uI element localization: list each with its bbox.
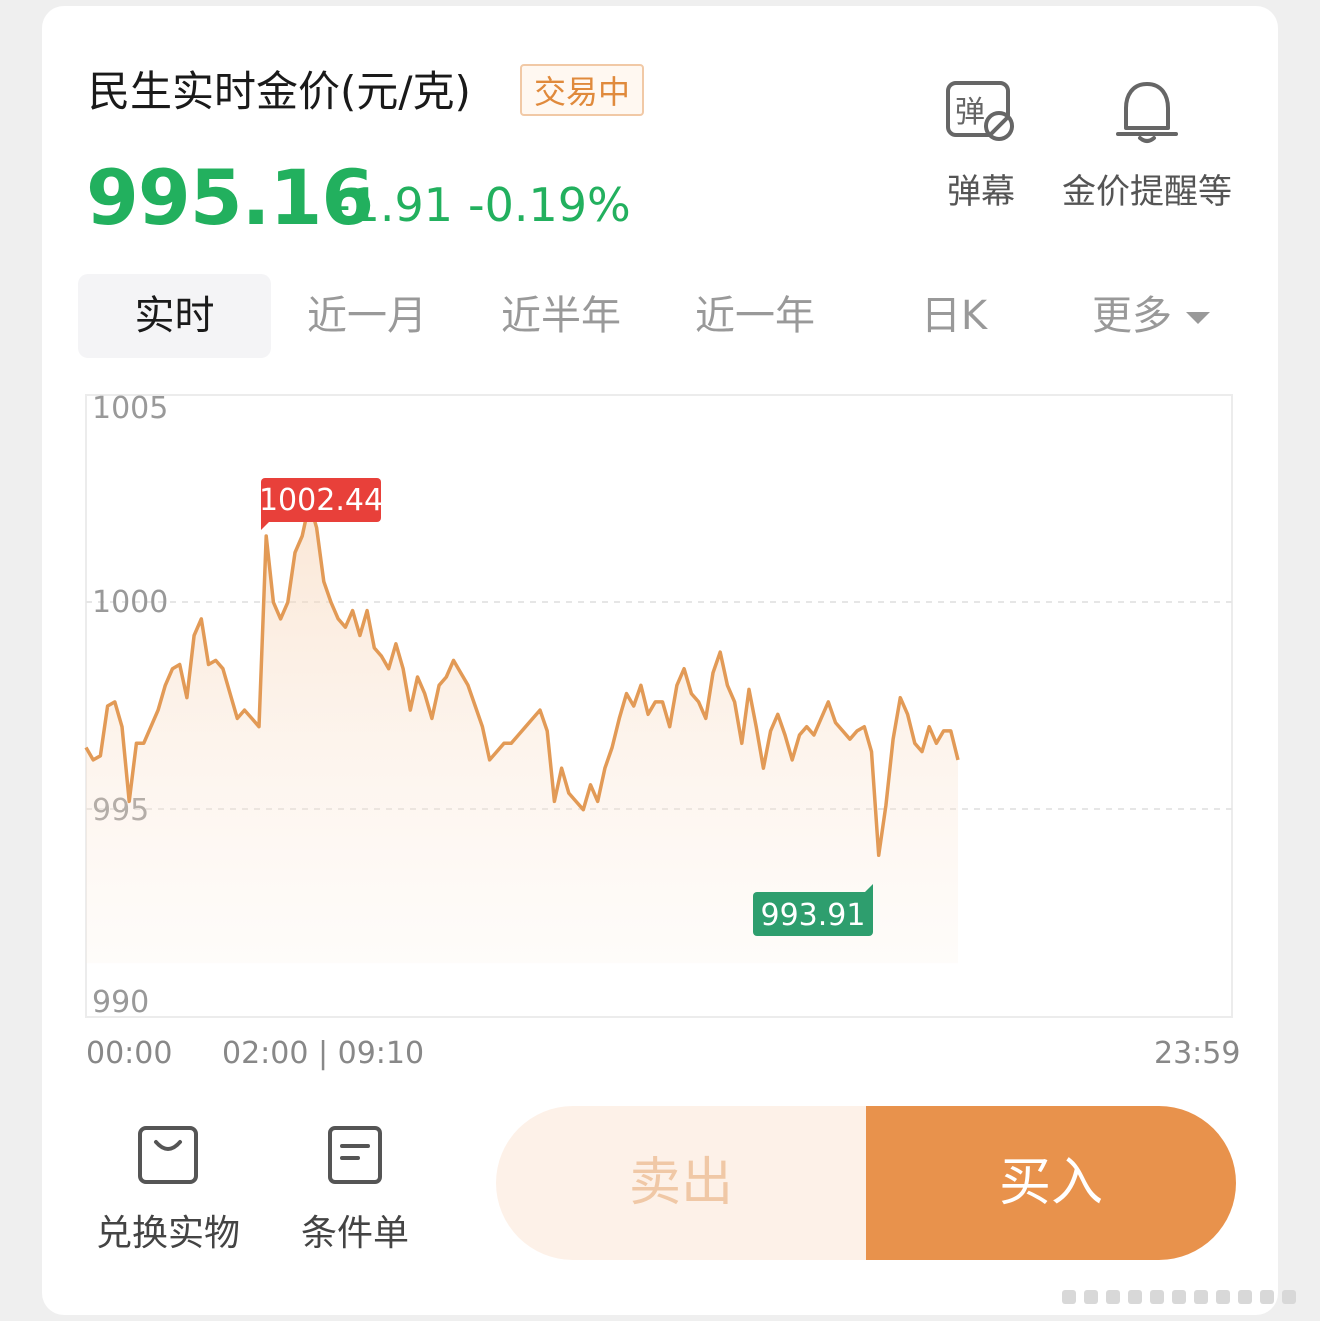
redeem-physical-label: 兑换实物 bbox=[95, 1213, 240, 1254]
x-tick-start: 00:00 bbox=[86, 1036, 173, 1071]
sell-button[interactable]: 卖出 bbox=[496, 1106, 866, 1260]
high-tag-pointer bbox=[261, 518, 273, 530]
high-price-tag: 1002.44 bbox=[259, 478, 383, 530]
realtime-price-chart[interactable]: 1005 1000 995 990 1002.44 993.91 bbox=[0, 0, 1320, 1030]
y-tick-990: 990 bbox=[92, 985, 149, 1020]
order-form-icon bbox=[328, 1126, 382, 1184]
x-tick-end: 23:59 bbox=[1154, 1036, 1241, 1071]
conditional-order-button[interactable]: 条件单 bbox=[296, 1124, 414, 1256]
x-tick-session-break: 02:00 | 09:10 bbox=[222, 1036, 425, 1071]
y-tick-1005: 1005 bbox=[92, 391, 168, 426]
conditional-order-label: 条件单 bbox=[300, 1213, 409, 1254]
redeem-physical-button[interactable]: 兑换实物 bbox=[88, 1124, 248, 1256]
low-price-label: 993.91 bbox=[761, 898, 866, 933]
buy-button[interactable]: 买入 bbox=[866, 1106, 1236, 1260]
system-gesture-bar bbox=[1062, 1290, 1296, 1304]
high-price-label: 1002.44 bbox=[259, 483, 383, 518]
shopping-bag-icon bbox=[138, 1126, 198, 1184]
y-tick-1000: 1000 bbox=[92, 585, 168, 620]
